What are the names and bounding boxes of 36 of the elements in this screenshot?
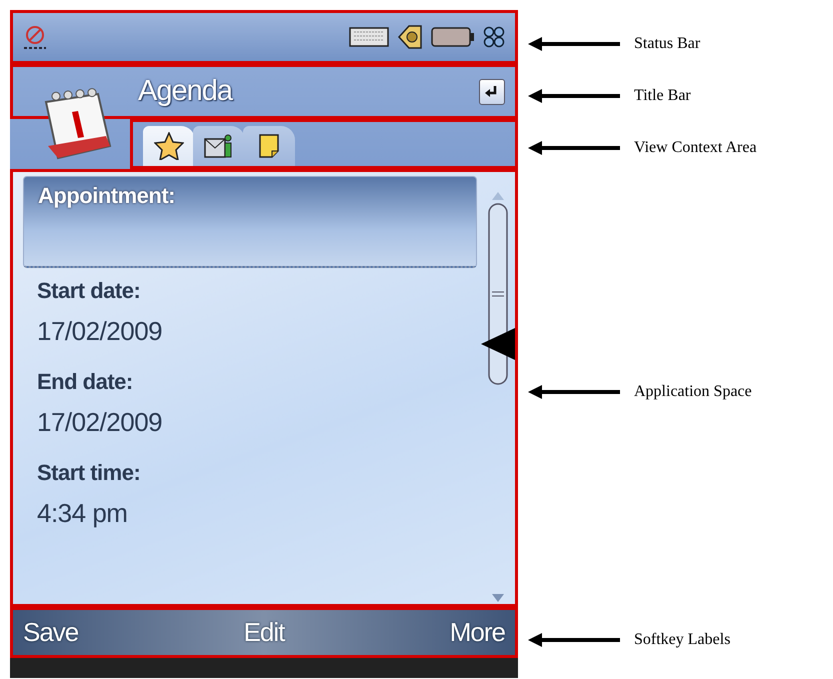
tab[interactable] xyxy=(193,126,245,166)
annotation-label: Softkey Labels xyxy=(634,631,730,649)
grid-icon xyxy=(483,26,505,48)
softkey[interactable]: Save xyxy=(23,617,78,648)
annotation-label: Status Bar xyxy=(634,35,700,53)
softkey[interactable]: Edit xyxy=(244,617,284,648)
form-field[interactable]: Start date: 17/02/2009 xyxy=(33,272,477,363)
arrow-icon xyxy=(528,89,620,103)
battery-icon xyxy=(431,27,475,47)
scrollbar[interactable] xyxy=(487,192,509,602)
arrow-icon xyxy=(528,141,620,155)
field-label: Appointment: xyxy=(38,183,175,209)
field-value: 17/02/2009 xyxy=(37,407,164,438)
softkey[interactable]: More xyxy=(450,617,505,648)
form-field[interactable]: End date: 17/02/2009 xyxy=(33,363,477,454)
annotation-label: View Context Area xyxy=(634,139,757,157)
arrow-icon xyxy=(528,37,620,51)
arrow-icon xyxy=(528,633,620,647)
annotation-label: Application Space xyxy=(634,383,752,401)
no-sign-icon xyxy=(23,24,47,50)
field-value: 17/02/2009 xyxy=(37,316,164,347)
pointer-icon xyxy=(481,328,515,360)
field-value: 4:34 pm xyxy=(37,498,128,529)
form-field[interactable]: Start time: 4:34 pm xyxy=(33,454,477,545)
note-icon xyxy=(258,133,280,159)
star-icon xyxy=(154,132,184,160)
tab[interactable] xyxy=(143,126,195,166)
annotation-label: Title Bar xyxy=(634,87,691,105)
window-title: Agenda xyxy=(138,75,234,108)
arrow-icon xyxy=(528,385,620,399)
back-button[interactable] xyxy=(479,78,505,104)
field-label: End date: xyxy=(37,369,133,395)
keyboard-icon xyxy=(349,27,389,47)
tab[interactable] xyxy=(243,126,295,166)
field-label: Start date: xyxy=(37,278,140,304)
field-label: Start time: xyxy=(37,460,140,486)
